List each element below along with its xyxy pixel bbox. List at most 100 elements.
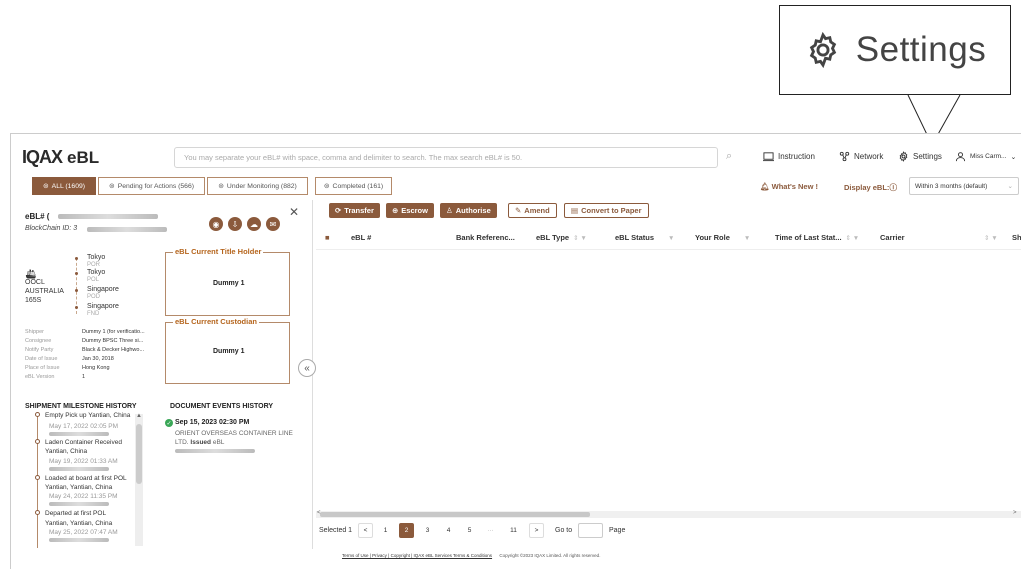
amend-icon: ✎ (515, 206, 522, 215)
page-4[interactable]: 4 (441, 523, 456, 538)
view-icon[interactable]: ◉ (209, 217, 223, 231)
page-2[interactable]: 2 (399, 523, 414, 538)
authorise-label: Authorise (455, 206, 491, 215)
redacted-text (175, 449, 255, 453)
nav-network[interactable]: Network (839, 151, 883, 162)
route-pol-type: POL (87, 277, 100, 283)
milestone-date: May 17, 2022 02:05 PM (49, 423, 119, 430)
tab-icon: ⊜ (42, 183, 49, 190)
mail-icon[interactable]: ✉ (266, 217, 280, 231)
field-label: Notify Party (25, 347, 54, 353)
tab-icon: ⊜ (323, 183, 330, 190)
authorise-icon: ♙ (446, 206, 453, 215)
col-shipper[interactable]: Sh (1012, 233, 1021, 242)
whats-new-link[interactable]: 🔔︎ What's New ! (760, 182, 818, 191)
nav-instruction[interactable]: Instruction (763, 151, 815, 162)
page-11[interactable]: 11 (506, 523, 521, 538)
page-ellipsis[interactable]: ··· (483, 523, 498, 538)
convert-to-paper-button[interactable]: ▤ Convert to Paper (564, 203, 649, 218)
field-value: Jan 30, 2018 (82, 356, 114, 362)
col-ebl-number[interactable]: eBL # (351, 233, 371, 242)
route-dot (75, 257, 78, 260)
nav-settings[interactable]: Settings (898, 151, 942, 162)
scroll-right-icon[interactable]: > (1013, 510, 1017, 516)
milestone-scrollbar[interactable] (135, 414, 143, 546)
document-icon (763, 152, 774, 162)
col-carrier[interactable]: Carrier (880, 233, 905, 242)
field-label: Place of Issue (25, 365, 60, 371)
download-icon[interactable]: ⇩ (228, 217, 242, 231)
scroll-left-icon[interactable]: < (317, 510, 321, 516)
prev-page-button[interactable]: < (358, 523, 373, 538)
milestone-title: Departed at first POL (45, 510, 107, 517)
app-logo[interactable]: IQAX eBL (22, 147, 99, 168)
tab-completed[interactable]: ⊜ Completed (161) (315, 177, 392, 195)
next-page-button[interactable]: > (529, 523, 544, 538)
display-ebl-text: Display eBL: (844, 183, 890, 192)
tab-pending-label: Pending for Actions (566) (117, 182, 195, 190)
goto-page-input[interactable] (578, 523, 603, 538)
sort-filter-icon[interactable]: ⇕ ▼ (573, 235, 587, 242)
network-icon (839, 151, 850, 162)
carrier-line: OOCL (25, 279, 45, 286)
collapse-panel-icon[interactable]: « (298, 359, 316, 377)
page-1[interactable]: 1 (378, 523, 393, 538)
custodian-value: Dummy 1 (213, 348, 245, 355)
display-range-select[interactable]: Within 3 months (default) ⌄ (909, 177, 1019, 195)
route-pod: Singapore (87, 286, 119, 293)
page-3[interactable]: 3 (420, 523, 435, 538)
transfer-button[interactable]: ⟳ Transfer (329, 203, 380, 218)
page-5[interactable]: 5 (462, 523, 477, 538)
title-holder-value: Dummy 1 (213, 280, 245, 287)
cloud-icon[interactable]: ☁ (247, 217, 261, 231)
col-ebl-status[interactable]: eBL Status ▼ (615, 233, 674, 242)
milestone-heading: SHIPMENT MILESTONE HISTORY (25, 403, 137, 410)
sort-filter-icon[interactable]: ⇕ ▼ (984, 235, 998, 242)
tab-monitoring[interactable]: ⊜ Under Monitoring (882) (207, 177, 308, 195)
search-placeholder: You may separate your eBL# with space, c… (184, 153, 523, 162)
route-fnd: Singapore (87, 303, 119, 310)
field-value: Dummy 1 (for verificatio... (82, 329, 145, 335)
route-pod-type: POD (87, 294, 101, 300)
col-ebl-type-label: eBL Type (536, 233, 570, 242)
milestone-location: Yantian, Yantian, China (45, 484, 113, 491)
convert-label: Convert to Paper (581, 206, 642, 215)
milestone-dot (35, 412, 40, 417)
tab-pending[interactable]: ⊜ Pending for Actions (566) (98, 177, 205, 195)
footer: Terms of Use | Privacy | Copyright | IQA… (320, 553, 1020, 558)
field-label: Shipper (25, 329, 44, 335)
col-time-last-status[interactable]: Time of Last Stat... ⇕ ▼ (775, 233, 859, 242)
search-icon[interactable]: ⌕ (726, 150, 732, 163)
redacted-text (49, 502, 109, 506)
redacted-text (49, 467, 109, 471)
close-icon[interactable]: ✕ (289, 205, 299, 219)
col-ebl-type[interactable]: eBL Type ⇕ ▼ (536, 233, 587, 242)
search-input[interactable]: You may separate your eBL# with space, c… (174, 147, 718, 168)
chevron-down-icon: ⌄ (1007, 183, 1013, 190)
col-your-role[interactable]: Your Role ▼ (695, 233, 750, 242)
blockchain-id-label: BlockChain ID: 3 (25, 225, 78, 232)
select-all-checkbox[interactable]: ■ (325, 233, 330, 242)
escrow-button[interactable]: ⊕ Escrow (386, 203, 434, 218)
nav-user-menu[interactable]: Miss Carm... ⌄ (955, 151, 1016, 162)
carrier-info: OOCL AUSTRALIA 165S (25, 278, 64, 305)
route-dot (75, 289, 78, 292)
amend-button[interactable]: ✎ Amend (508, 203, 557, 218)
col-bank-reference[interactable]: Bank Referenc... (456, 233, 515, 242)
footer-links[interactable]: Terms of Use | Privacy | Copyright | IQA… (342, 553, 492, 558)
sort-filter-icon[interactable]: ⇕ ▼ (846, 235, 860, 242)
table-horizontal-scrollbar[interactable] (316, 511, 1021, 518)
authorise-button[interactable]: ♙ Authorise (440, 203, 497, 218)
col-time-label: Time of Last Stat... (775, 233, 842, 242)
col-carrier-sort[interactable]: ⇕ ▼ (980, 233, 998, 242)
filter-icon[interactable]: ▼ (668, 235, 674, 242)
scroll-up-icon[interactable]: ▲ (136, 413, 142, 419)
event-date: Sep 15, 2023 02:30 PM (175, 419, 250, 426)
filter-icon[interactable]: ▼ (744, 235, 750, 242)
field-value: Dummy BPSC Three si... (82, 338, 144, 344)
milestone-dot (35, 475, 40, 480)
tab-all[interactable]: ⊜ ALL (1609) (32, 177, 96, 195)
milestone-timeline (37, 414, 38, 548)
gear-icon (899, 151, 908, 162)
redacted-ebl-number (58, 214, 158, 219)
